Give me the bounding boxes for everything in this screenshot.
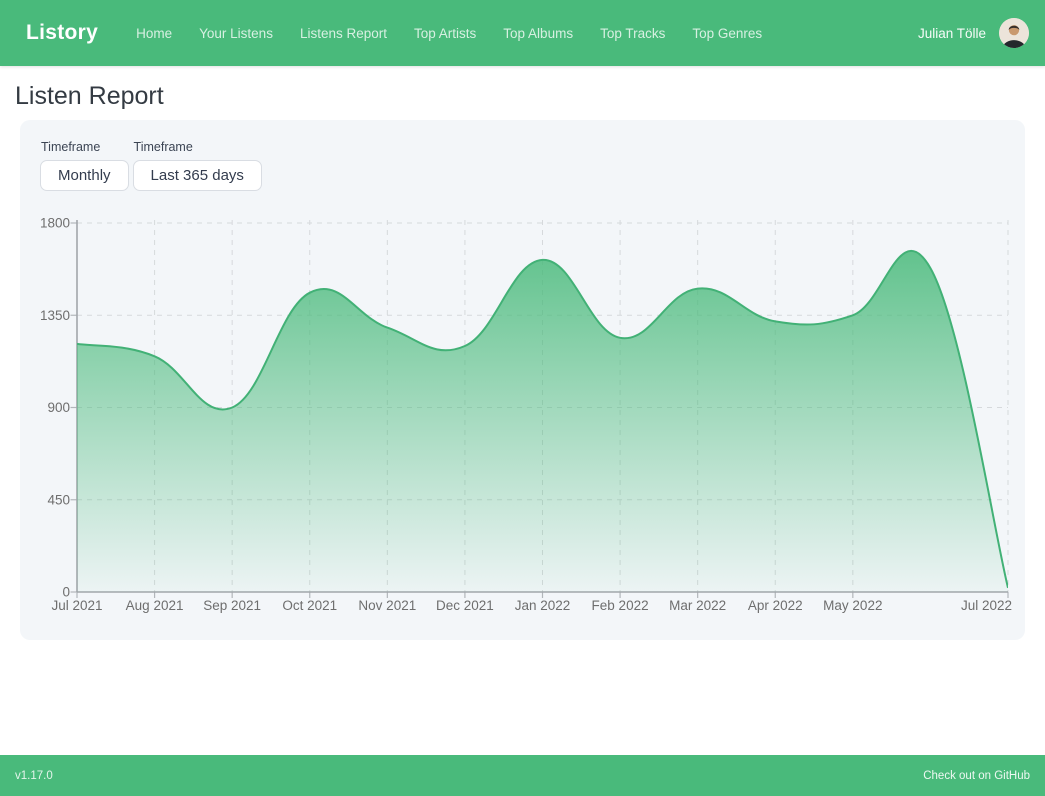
nav-item-top-genres[interactable]: Top Genres (692, 26, 762, 41)
nav-item-your-listens[interactable]: Your Listens (199, 26, 273, 41)
svg-text:Mar 2022: Mar 2022 (669, 598, 726, 613)
timeframe-range-button[interactable]: Last 365 days (133, 160, 262, 191)
navbar-user-area: Julian Tölle (918, 18, 1029, 48)
svg-text:1350: 1350 (40, 308, 70, 323)
nav-item-home[interactable]: Home (136, 26, 172, 41)
svg-text:Oct 2021: Oct 2021 (282, 598, 337, 613)
timeframe-unit-label: Timeframe (41, 140, 129, 154)
user-avatar[interactable] (999, 18, 1029, 48)
svg-text:Nov 2021: Nov 2021 (358, 598, 416, 613)
timeframe-unit-group: Timeframe Monthly (40, 140, 129, 191)
page-title: Listen Report (15, 81, 1045, 111)
report-card: Timeframe Monthly Timeframe Last 365 day… (20, 120, 1025, 640)
svg-text:Feb 2022: Feb 2022 (592, 598, 649, 613)
version-text: v1.17.0 (15, 770, 53, 782)
svg-text:Sep 2021: Sep 2021 (203, 598, 261, 613)
user-name[interactable]: Julian Tölle (918, 26, 986, 41)
svg-text:450: 450 (47, 492, 70, 507)
footer: v1.17.0 Check out on GitHub (0, 755, 1045, 796)
listens-area-chart[interactable]: 045090013501800Jul 2021Aug 2021Sep 2021O… (20, 218, 1025, 623)
svg-text:Apr 2022: Apr 2022 (748, 598, 803, 613)
github-link[interactable]: Check out on GitHub (923, 770, 1030, 782)
main-content: Listen Report Timeframe Monthly Timefram… (0, 81, 1045, 640)
timeframe-unit-button[interactable]: Monthly (40, 160, 129, 191)
svg-text:900: 900 (47, 400, 70, 415)
nav-item-top-artists[interactable]: Top Artists (414, 26, 476, 41)
nav-item-top-albums[interactable]: Top Albums (503, 26, 573, 41)
app-logo[interactable]: Listory (26, 21, 98, 45)
svg-text:1800: 1800 (40, 218, 70, 231)
navbar: Listory Home Your Listens Listens Report To… (0, 0, 1045, 66)
svg-text:Jan 2022: Jan 2022 (515, 598, 571, 613)
svg-text:Jul 2021: Jul 2021 (51, 598, 102, 613)
svg-text:Jul 2022: Jul 2022 (961, 598, 1012, 613)
timeframe-controls: Timeframe Monthly Timeframe Last 365 day… (20, 120, 1025, 191)
svg-text:Aug 2021: Aug 2021 (126, 598, 184, 613)
user-avatar-icon (999, 18, 1029, 48)
nav-item-listens-report[interactable]: Listens Report (300, 26, 387, 41)
main-nav: Home Your Listens Listens Report Top Artist… (136, 26, 789, 41)
nav-item-top-tracks[interactable]: Top Tracks (600, 26, 665, 41)
timeframe-range-label: Timeframe (134, 140, 262, 154)
svg-text:May 2022: May 2022 (823, 598, 882, 613)
svg-text:Dec 2021: Dec 2021 (436, 598, 494, 613)
timeframe-range-group: Timeframe Last 365 days (133, 140, 262, 191)
